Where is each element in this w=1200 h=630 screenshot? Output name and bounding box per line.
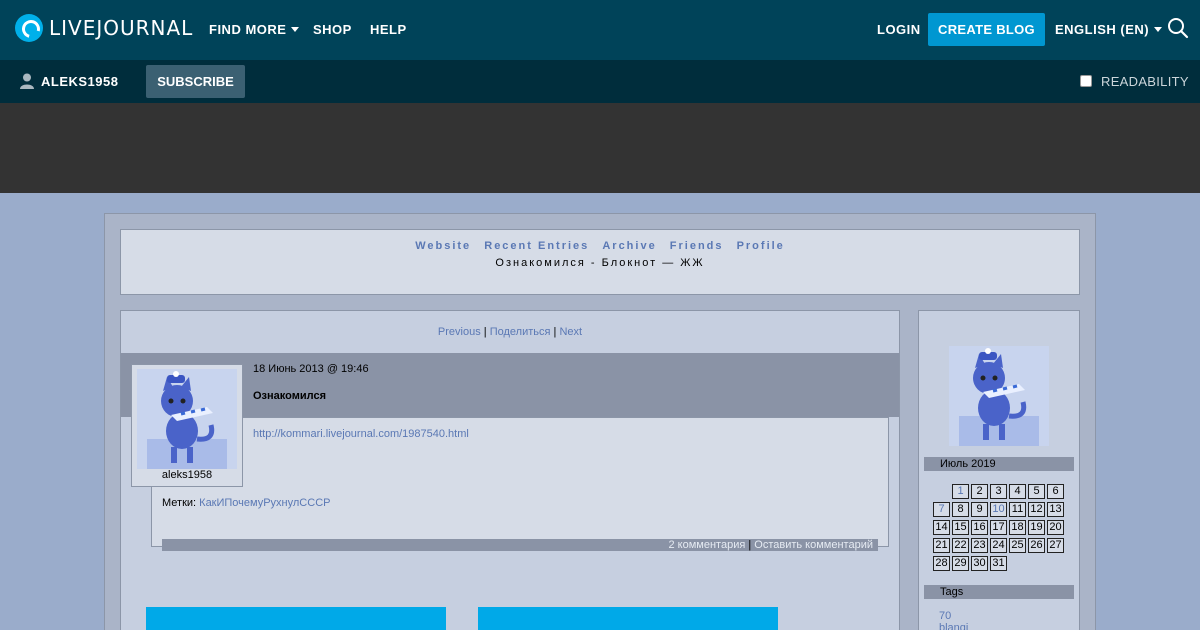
create-blog-button[interactable]: CREATE BLOG <box>928 13 1045 46</box>
chevron-down-icon <box>1154 27 1163 32</box>
calendar-day: 8 <box>952 502 969 517</box>
sidebar-tag[interactable]: blanqi <box>939 622 968 630</box>
language-selector[interactable]: ENGLISH (EN) <box>1055 22 1163 37</box>
ad-banner-area <box>0 103 1200 193</box>
calendar-day: 27 <box>1047 538 1064 553</box>
calendar-day: 17 <box>990 520 1007 535</box>
calendar-day: 21 <box>933 538 950 553</box>
leave-comment-link[interactable]: Оставить комментарий <box>754 539 873 551</box>
readability-checkbox[interactable] <box>1080 75 1092 87</box>
user-icon <box>20 73 34 89</box>
entry-subject: Ознакомился <box>253 390 326 402</box>
calendar-day[interactable]: 10 <box>990 502 1007 517</box>
entry-body-link[interactable]: http://kommari.livejournal.com/1987540.h… <box>253 428 469 440</box>
tag-link[interactable]: КакИПочемуРухнулСССР <box>199 497 330 509</box>
calendar-day: 24 <box>990 538 1007 553</box>
calendar-day: 6 <box>1047 484 1064 499</box>
login-link[interactable]: LOGIN <box>877 22 921 37</box>
calendar-day: 30 <box>971 556 988 571</box>
previous-link[interactable]: Previous <box>438 326 481 338</box>
journal-links: Website Recent Entries Archive Friends P… <box>121 240 1079 252</box>
nav-find-more[interactable]: FIND MORE <box>209 22 300 37</box>
calendar-day[interactable]: 1 <box>952 484 969 499</box>
calendar-day: 11 <box>1009 502 1026 517</box>
logo-text: LIVEJOURNAL <box>49 16 194 40</box>
chevron-down-icon <box>291 27 300 32</box>
livejournal-logo[interactable]: LIVEJOURNAL <box>15 14 193 42</box>
calendar-day: 12 <box>1028 502 1045 517</box>
userpic-cat-avatar[interactable] <box>137 369 237 469</box>
tags-header: Tags <box>924 585 1074 599</box>
calendar-day: 18 <box>1009 520 1026 535</box>
link-website[interactable]: Website <box>415 240 471 252</box>
entry-tags: Метки: КакИПочемуРухнулСССР <box>162 497 330 509</box>
link-archive[interactable]: Archive <box>602 240 656 252</box>
calendar-day: 3 <box>990 484 1007 499</box>
calendar-day: 25 <box>1009 538 1026 553</box>
livejournal-logo-icon <box>15 14 43 42</box>
nav-shop[interactable]: SHOP <box>313 22 352 37</box>
link-friends[interactable]: Friends <box>670 240 724 252</box>
userpic-username[interactable]: aleks1958 <box>131 469 243 481</box>
calendar-day: 14 <box>933 520 950 535</box>
calendar-day: 4 <box>1009 484 1026 499</box>
journal-title: Ознакомился - Блокнот — ЖЖ <box>495 257 705 269</box>
calendar-day: 5 <box>1028 484 1045 499</box>
calendar-day: 31 <box>990 556 1007 571</box>
share-button-2[interactable] <box>478 607 778 630</box>
share-button-1[interactable] <box>146 607 446 630</box>
comments-count-link[interactable]: 2 комментария <box>669 539 746 551</box>
tags-label: Метки: <box>162 497 197 509</box>
calendar-day: 22 <box>952 538 969 553</box>
sidebar-cat-avatar[interactable] <box>949 346 1049 446</box>
calendar-day: 15 <box>952 520 969 535</box>
journal-header: Website Recent Entries Archive Friends P… <box>120 229 1080 295</box>
calendar-day: 13 <box>1047 502 1064 517</box>
entry-date: 18 Июнь 2013 @ 19:46 <box>253 363 369 375</box>
link-profile[interactable]: Profile <box>737 240 785 252</box>
calendar-day: 9 <box>971 502 988 517</box>
calendar-month-header: Июль 2019 <box>924 457 1074 471</box>
nav-help[interactable]: HELP <box>370 22 407 37</box>
calendar-day: 16 <box>971 520 988 535</box>
calendar-day: 23 <box>971 538 988 553</box>
share-link[interactable]: Поделиться <box>490 326 551 338</box>
calendar-day: 29 <box>952 556 969 571</box>
link-recent-entries[interactable]: Recent Entries <box>484 240 589 252</box>
search-icon[interactable] <box>1167 17 1189 39</box>
calendar-day: 20 <box>1047 520 1064 535</box>
next-link[interactable]: Next <box>559 326 582 338</box>
entry-navigation: Previous | Поделиться | Next <box>437 326 583 338</box>
calendar-day: 26 <box>1028 538 1045 553</box>
subscribe-button[interactable]: SUBSCRIBE <box>146 65 245 98</box>
readability-label[interactable]: READABILITY <box>1101 74 1189 89</box>
calendar-day: 19 <box>1028 520 1045 535</box>
calendar-day: 28 <box>933 556 950 571</box>
calendar-day[interactable]: 7 <box>933 502 950 517</box>
sidebar-tag[interactable]: 70 <box>939 610 951 622</box>
journal-username[interactable]: ALEKS1958 <box>41 74 118 89</box>
comments-bar: 2 комментария | Оставить комментарий <box>162 539 878 551</box>
calendar-day: 2 <box>971 484 988 499</box>
